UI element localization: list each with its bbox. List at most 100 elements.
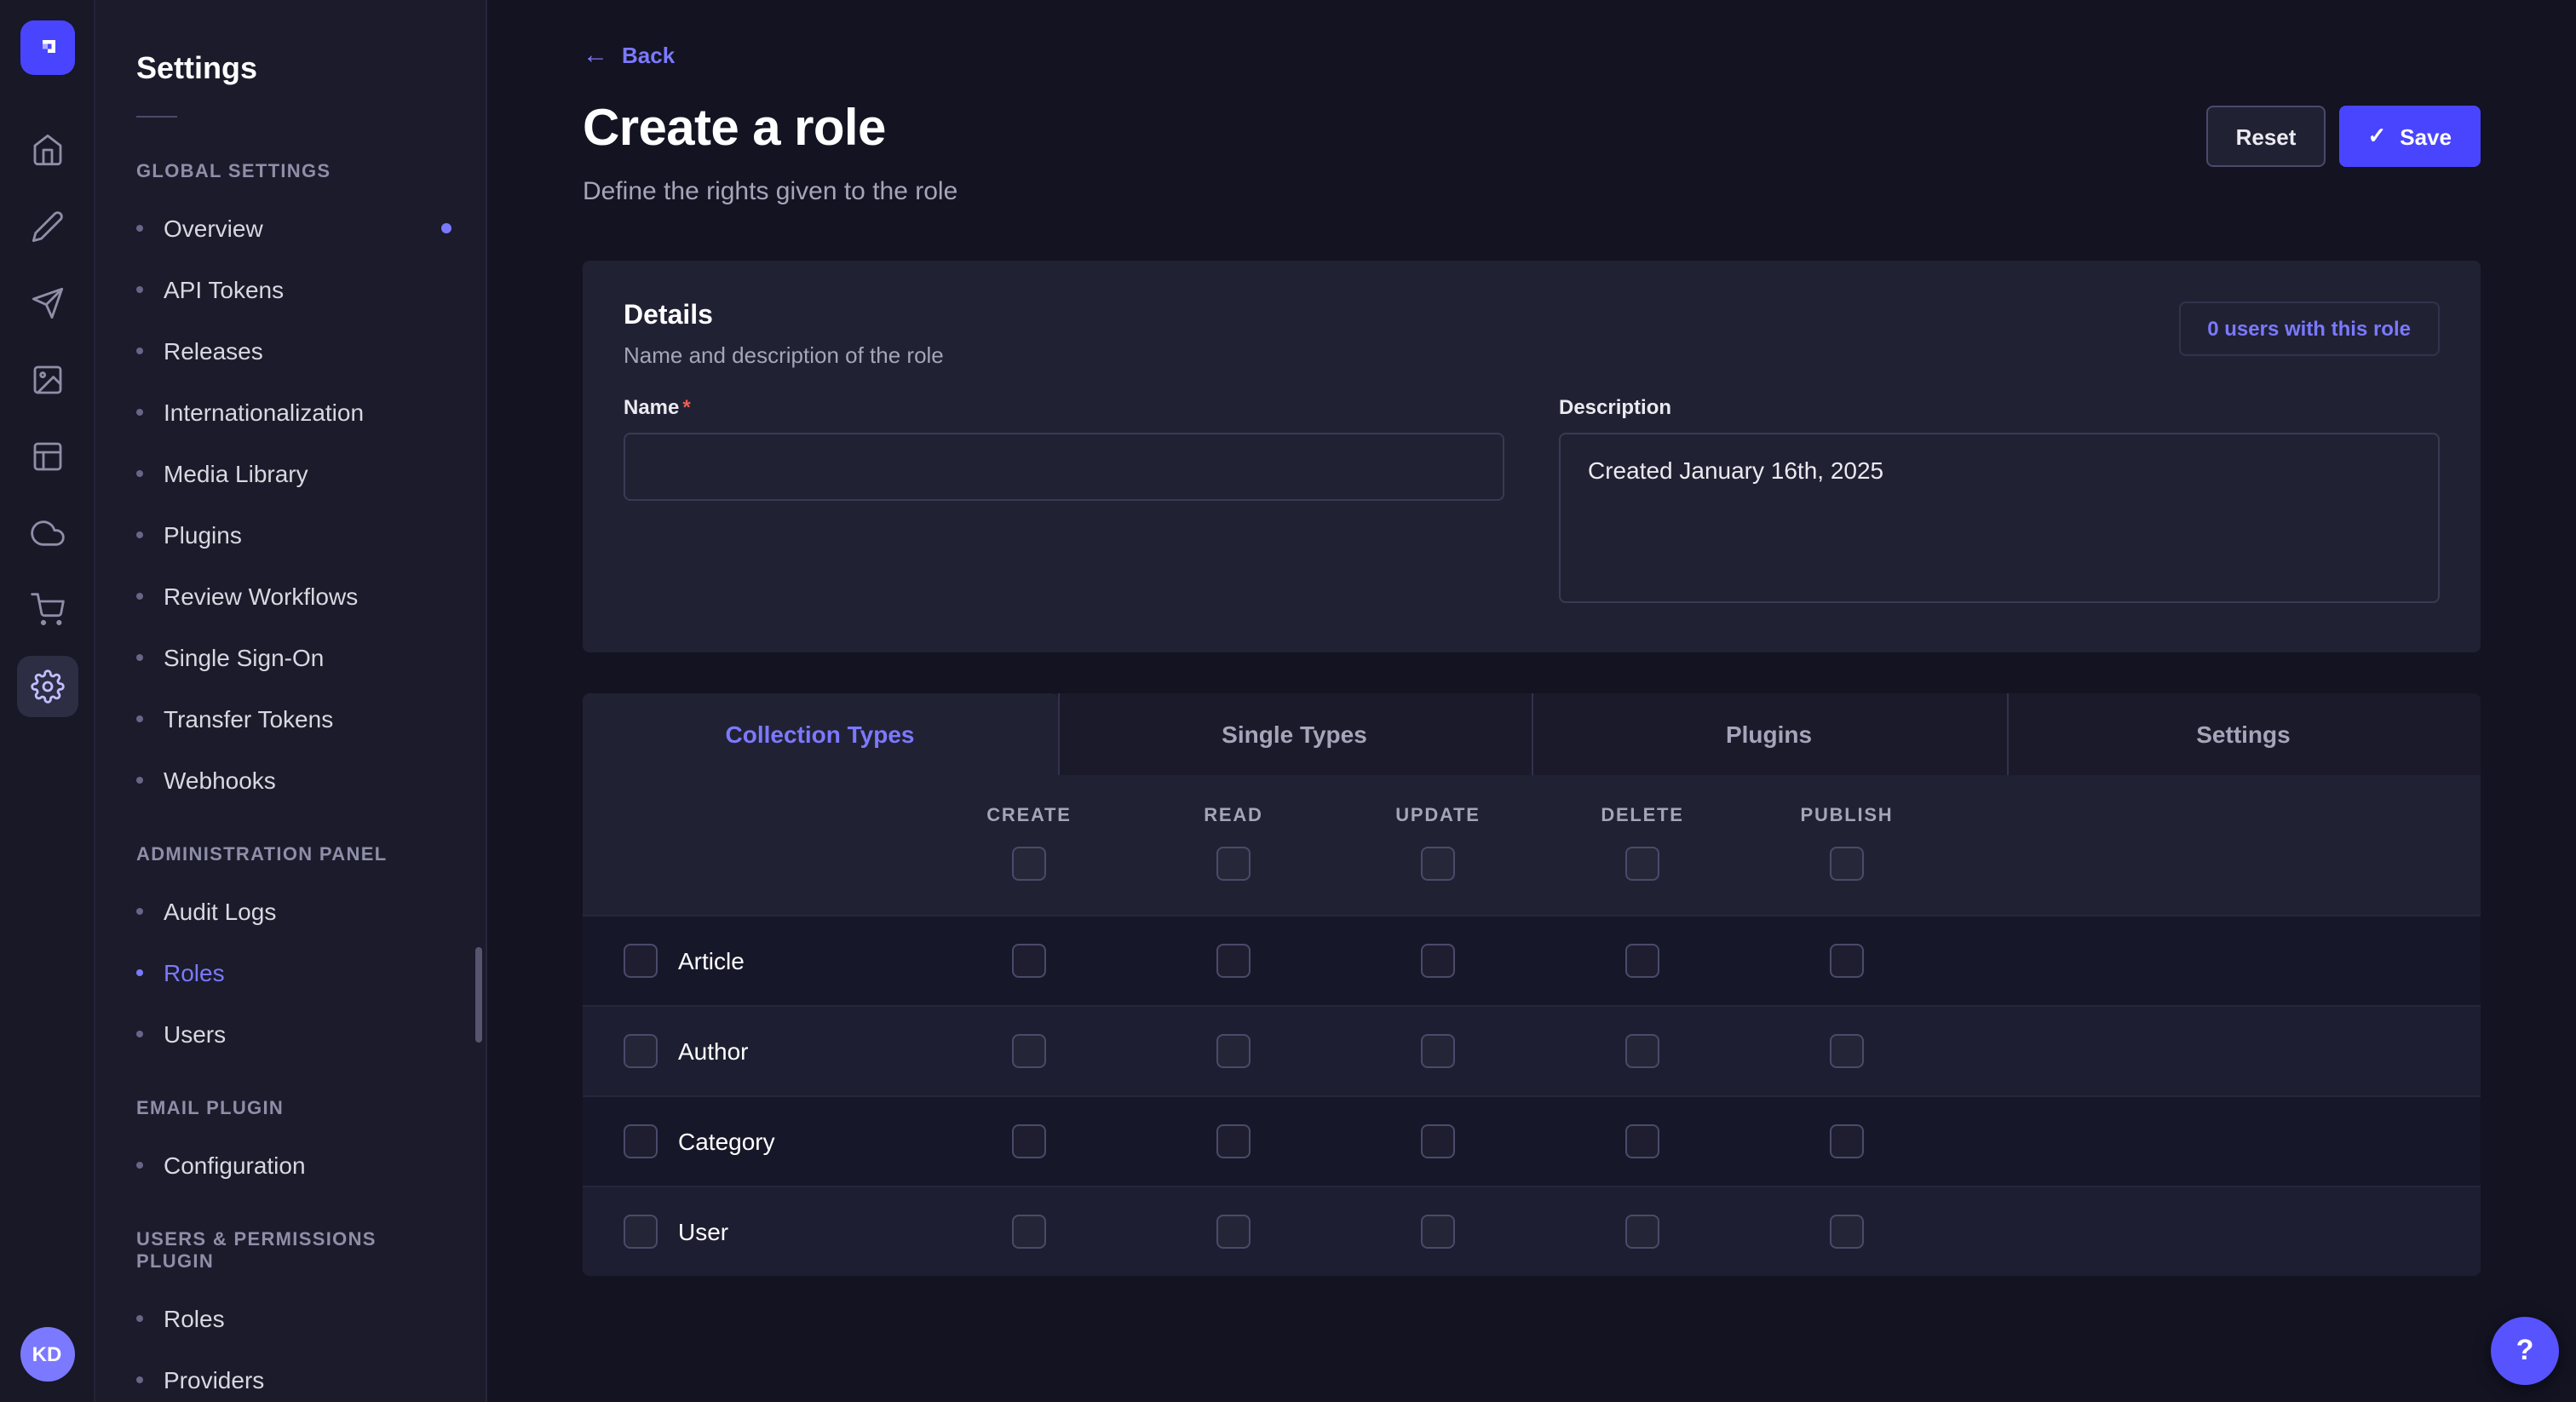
details-title-block: Details Name and description of the role: [624, 302, 944, 368]
sidebar-item-users[interactable]: Users: [95, 1003, 486, 1065]
permission-checkbox-read[interactable]: [1216, 1034, 1251, 1068]
permission-checkbox-create[interactable]: [1012, 1215, 1046, 1249]
content-type-label: Category: [678, 1128, 775, 1155]
bullet-dot: [136, 908, 143, 915]
sidebar-item-review-workflows[interactable]: Review Workflows: [95, 566, 486, 627]
tab-plugins[interactable]: Plugins: [1532, 693, 2006, 775]
permission-checkbox-delete[interactable]: [1625, 1124, 1659, 1158]
row-select-checkbox[interactable]: [624, 1215, 658, 1249]
rail-item-deploy[interactable]: [16, 273, 78, 334]
permission-checkbox-publish[interactable]: [1830, 1215, 1864, 1249]
permission-checkbox-read[interactable]: [1216, 1124, 1251, 1158]
sidebar-item-plugins[interactable]: Plugins: [95, 504, 486, 566]
cloud-icon: [30, 516, 64, 550]
page-header: Create a role Define the rights given to…: [583, 99, 2481, 206]
save-label: Save: [2400, 124, 2452, 149]
strapi-logo[interactable]: [20, 20, 74, 75]
permission-checkbox-read[interactable]: [1216, 1215, 1251, 1249]
section-email-plugin: EMAIL PLUGIN: [95, 1065, 486, 1135]
cell-create: [927, 1124, 1131, 1158]
cell-read: [1131, 1124, 1336, 1158]
tab-single-types[interactable]: Single Types: [1057, 693, 1532, 775]
column-select-create-checkbox[interactable]: [1012, 847, 1046, 881]
sidebar-scrollbar[interactable]: [475, 947, 482, 1043]
paper-plane-icon: [30, 286, 64, 320]
row-select-checkbox[interactable]: [624, 1124, 658, 1158]
sidebar-item-webhooks[interactable]: Webhooks: [95, 750, 486, 811]
column-select-update-checkbox[interactable]: [1421, 847, 1455, 881]
cell-delete: [1540, 1215, 1745, 1249]
rail-item-content-builder[interactable]: [16, 196, 78, 257]
permission-checkbox-update[interactable]: [1421, 1124, 1455, 1158]
rail-item-content-manager[interactable]: [16, 426, 78, 487]
sidebar-item-providers[interactable]: Providers: [95, 1349, 486, 1402]
permissions-header-row: CREATE READ UPDATE DELETE: [583, 775, 2481, 915]
tab-collection-types[interactable]: Collection Types: [583, 693, 1057, 775]
details-head: Details Name and description of the role…: [624, 302, 2440, 368]
row-select-checkbox[interactable]: [624, 944, 658, 978]
user-avatar[interactable]: KD: [20, 1327, 74, 1382]
column-select-delete-checkbox[interactable]: [1625, 847, 1659, 881]
sidebar-item-single-sign-on[interactable]: Single Sign-On: [95, 627, 486, 688]
sidebar-item-overview[interactable]: Overview: [95, 198, 486, 259]
permission-checkbox-publish[interactable]: [1830, 1034, 1864, 1068]
column-label-create: CREATE: [986, 806, 1071, 826]
permission-checkbox-update[interactable]: [1421, 1034, 1455, 1068]
permission-checkbox-update[interactable]: [1421, 1215, 1455, 1249]
bullet-dot: [136, 470, 143, 477]
sidebar-item-configuration[interactable]: Configuration: [95, 1135, 486, 1196]
sidebar-item-media-library[interactable]: Media Library: [95, 443, 486, 504]
permission-checkbox-read[interactable]: [1216, 944, 1251, 978]
reset-button[interactable]: Reset: [2207, 106, 2326, 167]
table-row-user: User: [583, 1186, 2481, 1276]
permission-checkbox-publish[interactable]: [1830, 1124, 1864, 1158]
sidebar-item-label: Roles: [164, 1305, 225, 1332]
sidebar-item-label: Transfer Tokens: [164, 705, 333, 733]
users-with-role-button[interactable]: 0 users with this role: [2178, 302, 2440, 356]
rail-item-cloud[interactable]: [16, 503, 78, 564]
permission-checkbox-create[interactable]: [1012, 1124, 1046, 1158]
column-label-delete: DELETE: [1601, 806, 1683, 826]
row-select-checkbox[interactable]: [624, 1034, 658, 1068]
rail-item-settings[interactable]: [16, 656, 78, 717]
help-button[interactable]: ?: [2491, 1317, 2559, 1385]
cell-read: [1131, 1034, 1336, 1068]
sidebar-divider: [136, 116, 177, 118]
sidebar-item-transfer-tokens[interactable]: Transfer Tokens: [95, 688, 486, 750]
permission-checkbox-delete[interactable]: [1625, 1215, 1659, 1249]
page-title-block: Create a role Define the rights given to…: [583, 99, 957, 206]
sidebar-item-api-tokens[interactable]: API Tokens: [95, 259, 486, 320]
cell-create: [927, 1034, 1131, 1068]
section-administration-panel: ADMINISTRATION PANEL: [95, 811, 486, 881]
sidebar-item-up-roles[interactable]: Roles: [95, 1288, 486, 1349]
content-type-label: Article: [678, 947, 745, 974]
main-nav-rail: KD: [0, 0, 95, 1402]
permission-checkbox-publish[interactable]: [1830, 944, 1864, 978]
permission-checkbox-delete[interactable]: [1625, 1034, 1659, 1068]
row-name-cell: Author: [624, 1034, 927, 1068]
sidebar-item-audit-logs[interactable]: Audit Logs: [95, 881, 486, 942]
sidebar-item-label: Configuration: [164, 1152, 306, 1179]
section-global-settings: GLOBAL SETTINGS: [95, 128, 486, 198]
permission-checkbox-delete[interactable]: [1625, 944, 1659, 978]
rail-item-media-library[interactable]: [16, 349, 78, 411]
cart-icon: [30, 593, 64, 627]
sidebar-item-releases[interactable]: Releases: [95, 320, 486, 382]
tab-settings[interactable]: Settings: [2006, 693, 2481, 775]
bullet-dot: [136, 654, 143, 661]
sidebar-item-roles[interactable]: Roles: [95, 942, 486, 1003]
rail-item-home[interactable]: [16, 119, 78, 181]
bullet-dot: [136, 531, 143, 538]
role-description-textarea[interactable]: Created January 16th, 2025: [1559, 433, 2440, 603]
back-link[interactable]: ← Back: [583, 41, 675, 72]
column-select-publish-checkbox[interactable]: [1830, 847, 1864, 881]
permission-checkbox-create[interactable]: [1012, 944, 1046, 978]
save-button[interactable]: ✓ Save: [2338, 106, 2481, 167]
sidebar-title: Settings: [95, 48, 486, 89]
column-select-read-checkbox[interactable]: [1216, 847, 1251, 881]
permission-checkbox-update[interactable]: [1421, 944, 1455, 978]
rail-item-marketplace[interactable]: [16, 579, 78, 641]
permission-checkbox-create[interactable]: [1012, 1034, 1046, 1068]
role-name-input[interactable]: [624, 433, 1504, 501]
sidebar-item-internationalization[interactable]: Internationalization: [95, 382, 486, 443]
